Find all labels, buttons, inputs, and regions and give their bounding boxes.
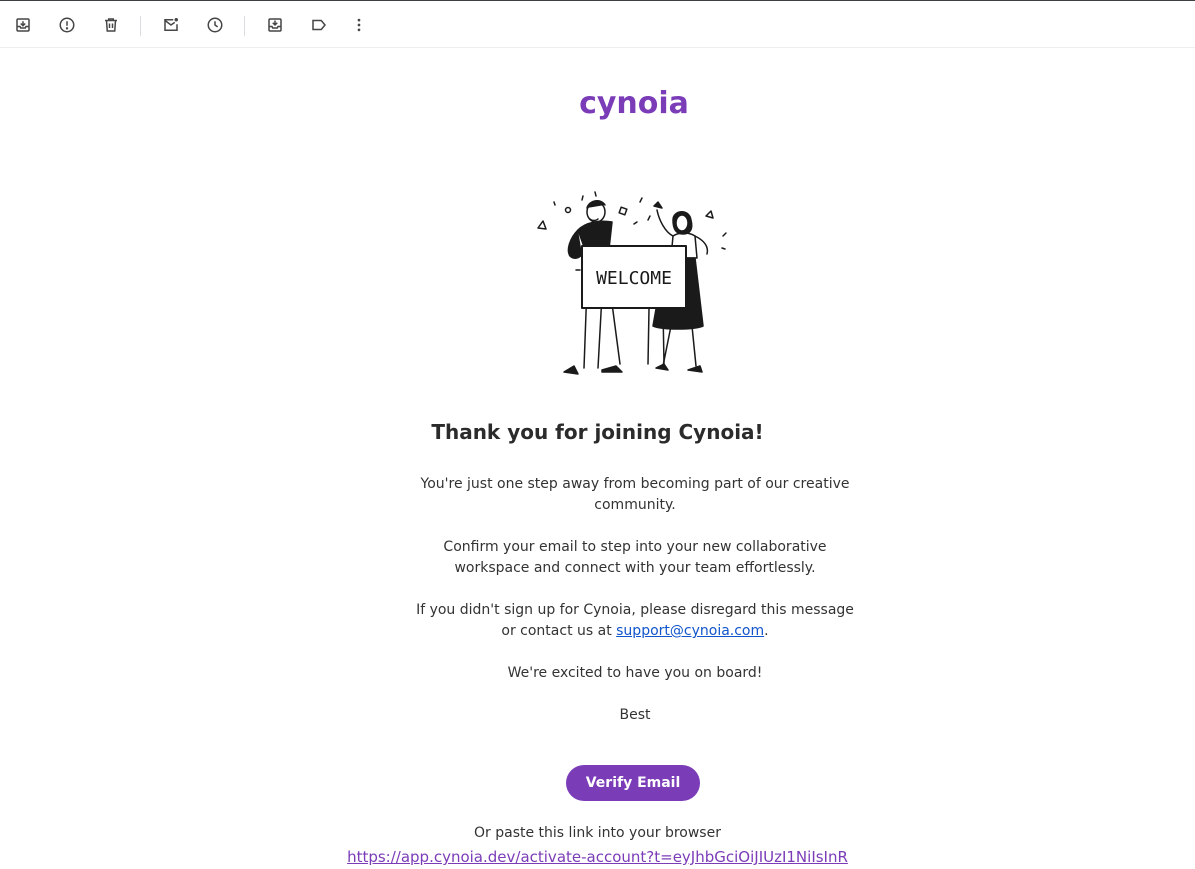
intro-paragraph: You're just one step away from becoming … xyxy=(420,476,850,513)
mark-unread-button[interactable] xyxy=(159,13,183,37)
disregard-paragraph: If you didn't sign up for Cynoia, please… xyxy=(415,600,855,642)
report-spam-icon xyxy=(59,17,75,33)
delete-button[interactable] xyxy=(99,13,123,37)
paste-link-label: Or paste this link into your browser xyxy=(474,825,721,841)
cynoia-logo: cynoia xyxy=(578,84,690,124)
confirm-paragraph: Confirm your email to step into your new… xyxy=(443,539,827,576)
excited-paragraph: We're excited to have you on board! xyxy=(507,665,763,681)
report-spam-button[interactable] xyxy=(55,13,79,37)
svg-text:WELCOME: WELCOME xyxy=(596,268,672,289)
toolbar-divider xyxy=(244,16,245,36)
archive-icon xyxy=(16,18,30,32)
mark-unread-icon xyxy=(164,18,178,31)
verify-email-button[interactable]: Verify Email xyxy=(566,765,700,801)
move-to-button[interactable] xyxy=(263,13,287,37)
welcome-illustration: WELCOME xyxy=(530,188,735,388)
support-email-link[interactable]: support@cynoia.com xyxy=(616,623,764,639)
signoff-text: Best xyxy=(619,707,651,723)
svg-text:cynoia: cynoia xyxy=(579,86,689,121)
trash-icon xyxy=(105,18,117,32)
label-icon xyxy=(312,19,326,31)
activation-link[interactable]: https://app.cynoia.dev/activate-account?… xyxy=(0,848,1195,866)
more-options-button[interactable] xyxy=(347,13,371,37)
archive-button[interactable] xyxy=(11,13,35,37)
toolbar-divider xyxy=(140,16,141,36)
welcome-headline: Thank you for joining Cynoia! xyxy=(431,420,764,444)
message-toolbar xyxy=(0,0,1195,48)
move-to-inbox-icon xyxy=(268,18,282,32)
disregard-period: . xyxy=(764,623,769,639)
more-vert-icon xyxy=(357,18,361,32)
clock-icon xyxy=(207,17,223,33)
snooze-button[interactable] xyxy=(203,13,227,37)
label-button[interactable] xyxy=(307,13,331,37)
